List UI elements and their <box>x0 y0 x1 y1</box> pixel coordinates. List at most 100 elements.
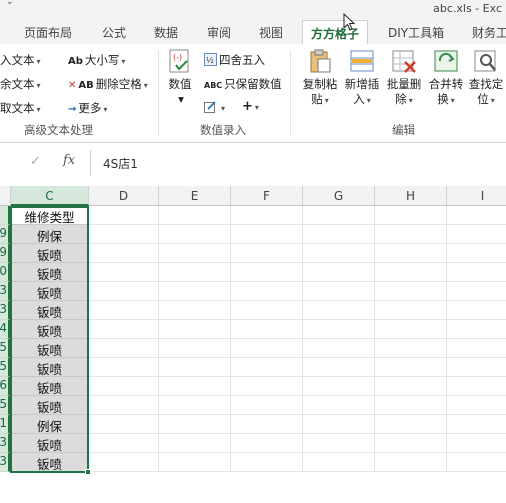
row-header[interactable]: 4 <box>0 320 10 339</box>
empty-cell[interactable] <box>447 339 506 358</box>
empty-cell[interactable] <box>159 206 231 225</box>
empty-cell[interactable] <box>303 453 375 472</box>
empty-cell[interactable] <box>447 320 506 339</box>
empty-cell[interactable] <box>89 206 159 225</box>
format-dropdown-button[interactable]: ▾ <box>204 100 225 114</box>
copy-paste-button[interactable]: 复制粘 贴 ▾ <box>298 48 342 108</box>
empty-cell[interactable] <box>447 206 506 225</box>
empty-cell[interactable] <box>303 339 375 358</box>
empty-cell[interactable] <box>159 434 231 453</box>
empty-cell[interactable] <box>375 263 447 282</box>
empty-cell[interactable] <box>375 301 447 320</box>
row-header[interactable] <box>0 206 10 225</box>
empty-cell[interactable] <box>231 301 303 320</box>
numeric-button[interactable]: (-) 数值 ▾ <box>160 48 200 107</box>
table-cell[interactable]: 钣喷 <box>11 244 88 263</box>
empty-cell[interactable] <box>89 415 159 434</box>
empty-cell[interactable] <box>447 434 506 453</box>
case-button[interactable]: Ab 大小写 ▾ <box>68 52 125 68</box>
empty-cell[interactable] <box>89 358 159 377</box>
empty-cell[interactable] <box>303 225 375 244</box>
empty-cell[interactable] <box>159 358 231 377</box>
cell-c-header[interactable]: 维修类型 <box>11 206 88 225</box>
empty-cell[interactable] <box>89 263 159 282</box>
empty-cell[interactable] <box>447 244 506 263</box>
empty-cell[interactable] <box>375 244 447 263</box>
empty-cell[interactable] <box>375 453 447 472</box>
empty-cell[interactable] <box>159 415 231 434</box>
confirm-icon[interactable]: ✓ <box>30 154 41 169</box>
tab-view[interactable]: 视图 <box>259 24 283 41</box>
empty-cell[interactable] <box>303 263 375 282</box>
empty-cell[interactable] <box>159 396 231 415</box>
empty-cell[interactable] <box>303 244 375 263</box>
table-cell[interactable]: 例保 <box>11 415 88 434</box>
empty-cell[interactable] <box>447 453 506 472</box>
empty-cell[interactable] <box>231 434 303 453</box>
empty-cell[interactable] <box>89 396 159 415</box>
empty-cell[interactable] <box>447 225 506 244</box>
table-cell[interactable]: 钣喷 <box>11 453 88 472</box>
empty-cell[interactable] <box>231 206 303 225</box>
empty-cell[interactable] <box>375 225 447 244</box>
table-cell[interactable]: 钣喷 <box>11 263 88 282</box>
round-button[interactable]: ½ 四舍五入 <box>204 52 265 68</box>
column-header-h[interactable]: H <box>375 186 447 206</box>
empty-cell[interactable] <box>159 301 231 320</box>
tab-finance[interactable]: 财务工 <box>472 24 506 41</box>
table-cell[interactable]: 钣喷 <box>11 358 88 377</box>
tab-data[interactable]: 数据 <box>154 24 178 41</box>
empty-cell[interactable] <box>303 415 375 434</box>
tab-review[interactable]: 审阅 <box>207 24 231 41</box>
empty-cell[interactable] <box>231 320 303 339</box>
empty-cell[interactable] <box>447 358 506 377</box>
empty-cell[interactable] <box>375 415 447 434</box>
find-locate-button[interactable]: 查找定 位 ▾ <box>464 48 506 108</box>
empty-cell[interactable] <box>231 377 303 396</box>
column-header-f[interactable]: F <box>231 186 303 206</box>
worksheet-grid[interactable]: C D E F G H I 9 9 0 3 3 4 5 5 6 5 1 3 3 … <box>0 186 506 478</box>
empty-cell[interactable] <box>375 320 447 339</box>
fill-handle[interactable] <box>85 469 91 475</box>
empty-cell[interactable] <box>447 377 506 396</box>
row-header[interactable]: 3 <box>0 282 10 301</box>
empty-cell[interactable] <box>159 225 231 244</box>
empty-cell[interactable] <box>447 282 506 301</box>
row-header[interactable]: 5 <box>0 396 10 415</box>
empty-cell[interactable] <box>231 396 303 415</box>
empty-cell[interactable] <box>89 377 159 396</box>
row-header[interactable]: 6 <box>0 377 10 396</box>
row-header[interactable]: 3 <box>0 301 10 320</box>
row-header[interactable]: 5 <box>0 339 10 358</box>
empty-cell[interactable] <box>447 415 506 434</box>
empty-cell[interactable] <box>303 206 375 225</box>
empty-cell[interactable] <box>89 282 159 301</box>
tab-diy-toolbox[interactable]: DIY工具箱 <box>388 24 444 41</box>
row-header[interactable]: 3 <box>0 453 10 472</box>
empty-cell[interactable] <box>231 358 303 377</box>
row-header[interactable]: 9 <box>0 244 10 263</box>
empty-cell[interactable] <box>89 244 159 263</box>
empty-cell[interactable] <box>159 453 231 472</box>
empty-cell[interactable] <box>89 301 159 320</box>
empty-cell[interactable] <box>159 244 231 263</box>
empty-cell[interactable] <box>303 320 375 339</box>
column-header-d[interactable]: D <box>89 186 159 206</box>
extract-text-button[interactable]: 取文本 ▾ <box>0 100 41 116</box>
table-cell[interactable]: 钣喷 <box>11 282 88 301</box>
table-cell[interactable]: 钣喷 <box>11 396 88 415</box>
quick-access-arrow-icon[interactable]: ⌄ <box>6 0 14 7</box>
empty-cell[interactable] <box>375 358 447 377</box>
table-cell[interactable]: 钣喷 <box>11 320 88 339</box>
row-header[interactable]: 0 <box>0 263 10 282</box>
table-cell[interactable]: 钣喷 <box>11 434 88 453</box>
empty-cell[interactable] <box>89 434 159 453</box>
empty-cell[interactable] <box>231 282 303 301</box>
empty-cell[interactable] <box>447 301 506 320</box>
empty-cell[interactable] <box>447 396 506 415</box>
empty-cell[interactable] <box>375 396 447 415</box>
column-header-i[interactable]: I <box>447 186 506 206</box>
empty-cell[interactable] <box>375 282 447 301</box>
insert-text-button[interactable]: 入文本 ▾ <box>0 52 41 68</box>
empty-cell[interactable] <box>303 434 375 453</box>
